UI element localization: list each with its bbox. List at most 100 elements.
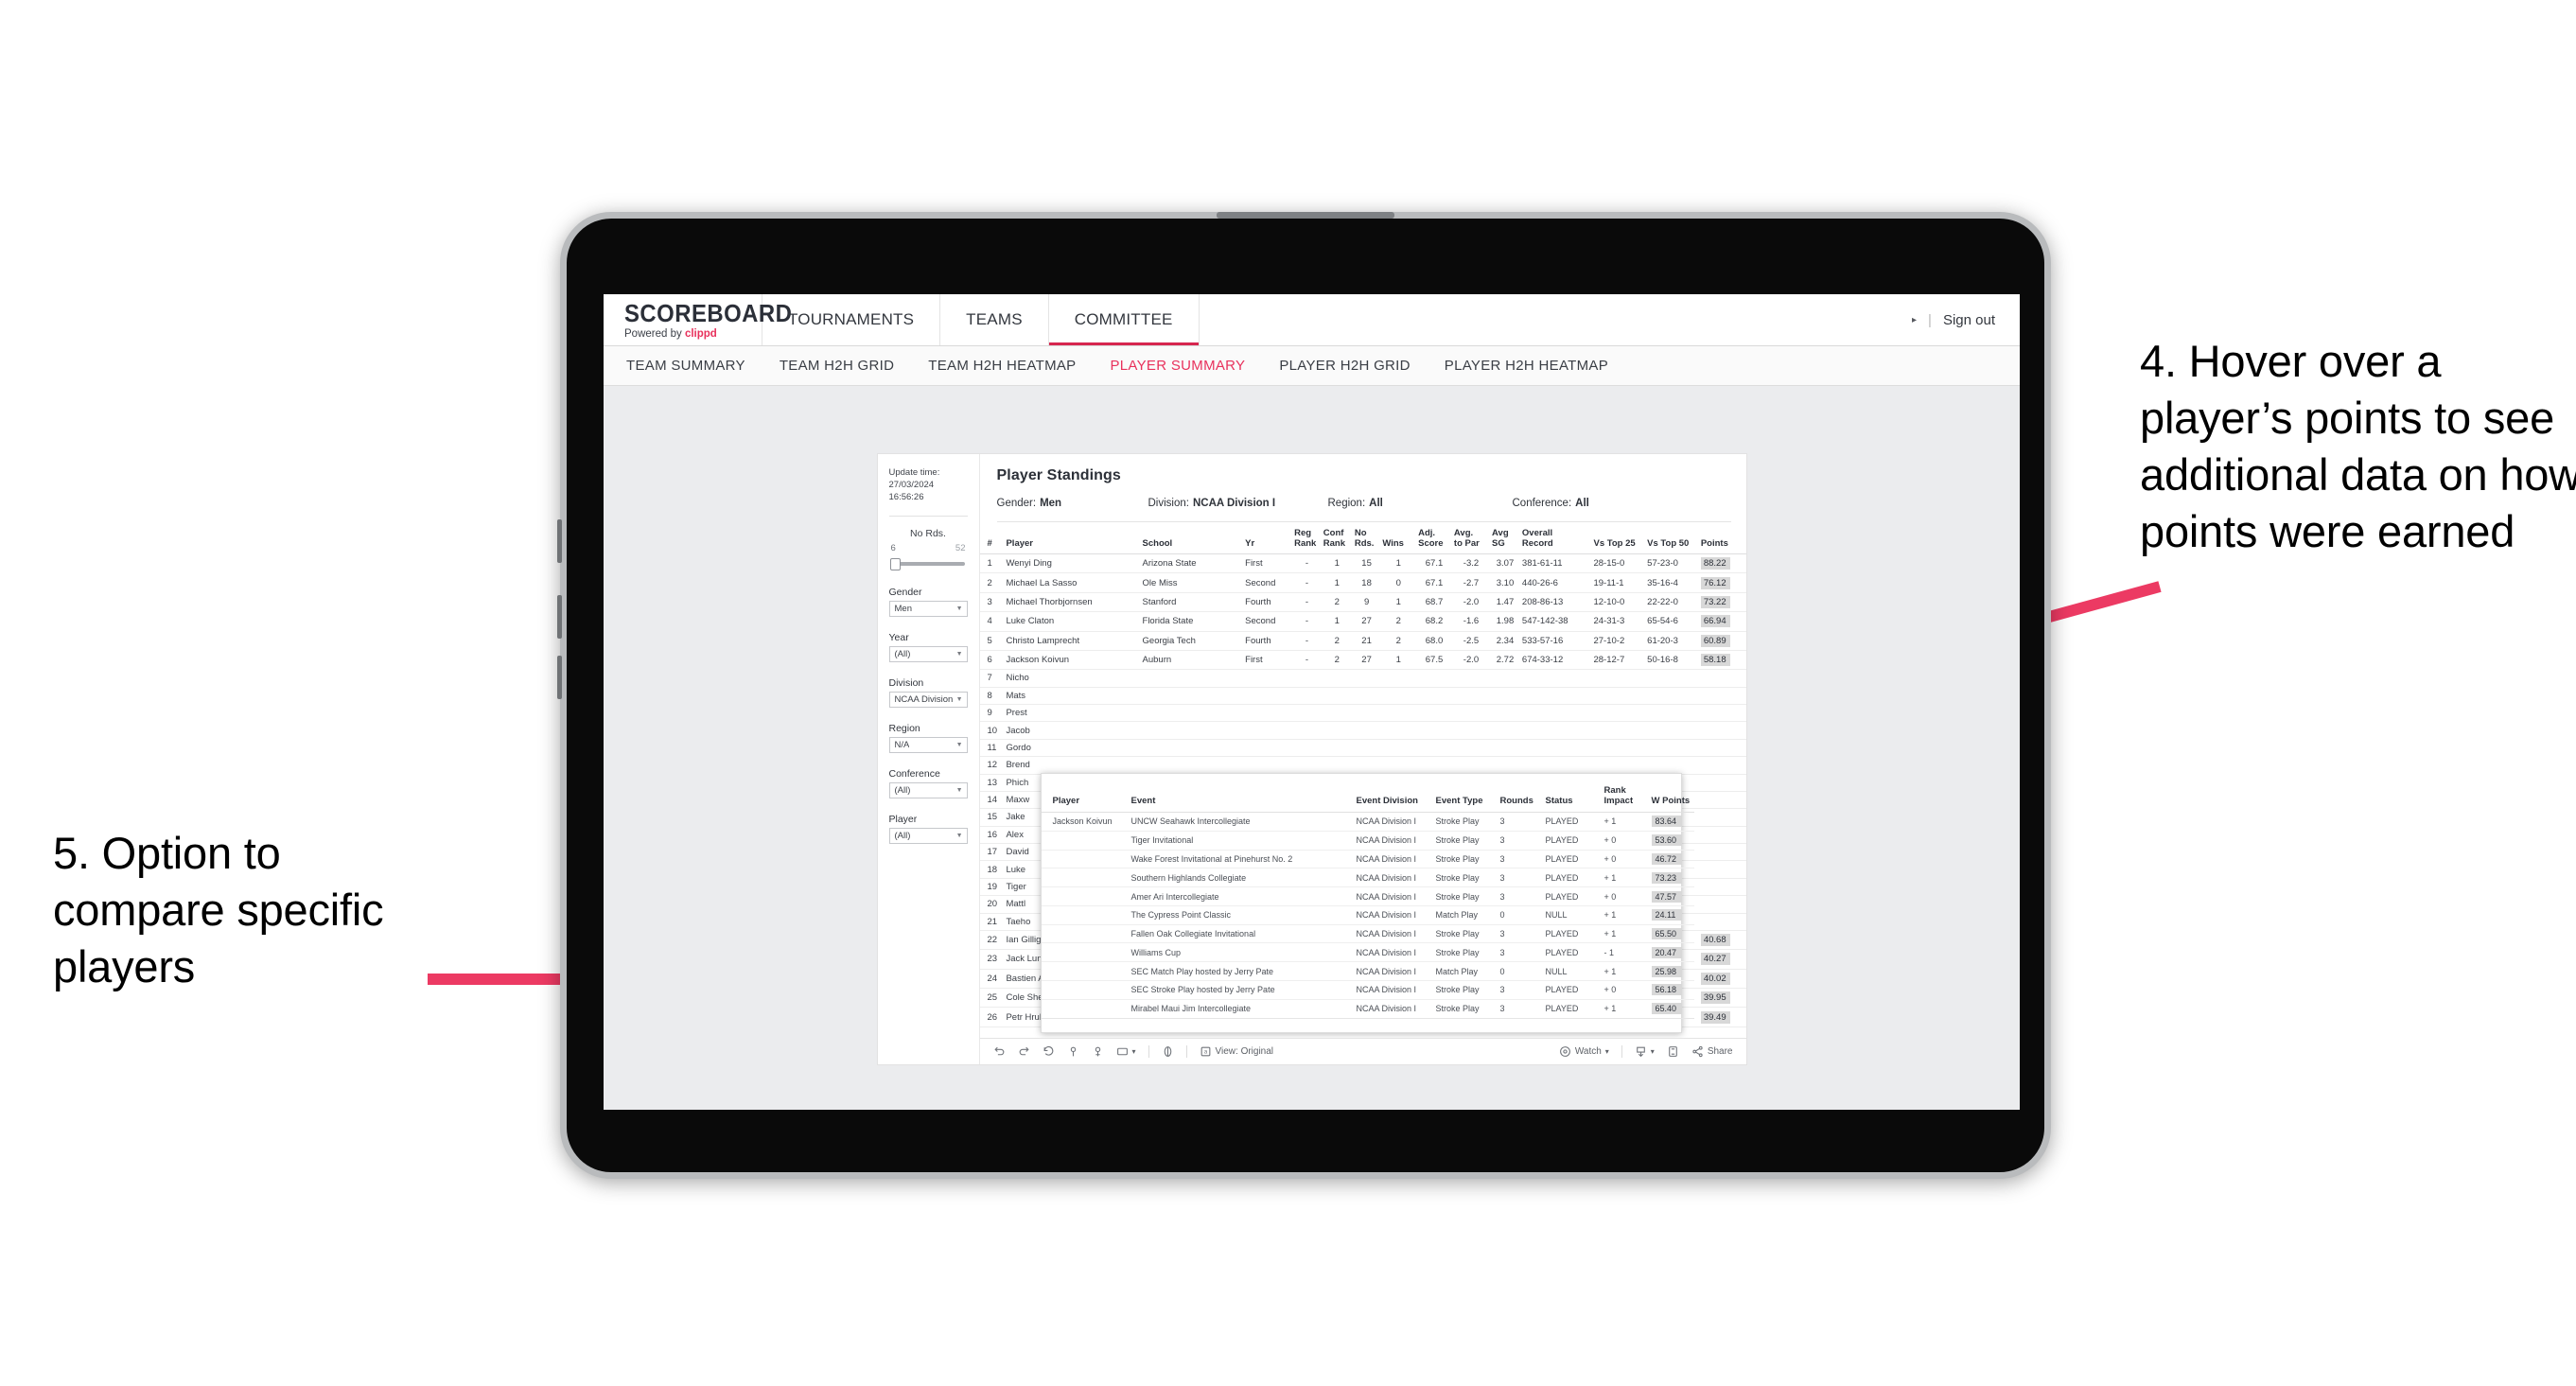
cell-points[interactable] (1698, 721, 1746, 740)
nav-item-teams[interactable]: TEAMS (940, 294, 1049, 345)
cell-points[interactable]: 66.94 (1698, 611, 1746, 632)
cell-points[interactable]: 40.27 (1698, 949, 1746, 970)
cell-points[interactable]: 58.18 (1698, 650, 1746, 671)
cell-points[interactable]: 76.12 (1698, 572, 1746, 593)
tab-player-summary[interactable]: PLAYER SUMMARY (1110, 358, 1245, 374)
cell-points[interactable]: 73.22 (1698, 592, 1746, 613)
cell-points[interactable] (1698, 704, 1746, 723)
col-overall-record[interactable]: Overall Record (1519, 522, 1592, 554)
table-row[interactable]: 8 Mats (979, 687, 1746, 706)
table-row[interactable]: 4 Luke Claton Florida State Second -1 27 2 68.2… (979, 611, 1746, 632)
cell-points[interactable] (1698, 808, 1746, 827)
points-chip[interactable]: 76.12 (1700, 576, 1730, 589)
points-chip[interactable]: 60.89 (1700, 634, 1730, 647)
col-avg-to-par[interactable]: Avg. to Par (1451, 522, 1491, 554)
tooltip-cell-player: Jackson Koivun (1041, 812, 1129, 832)
cell-points[interactable] (1698, 878, 1746, 897)
watch-button[interactable]: Watch ▾ (1559, 1045, 1609, 1058)
tab-player-h2h-grid[interactable]: PLAYER H2H GRID (1279, 358, 1410, 374)
filter-division-select[interactable]: NCAA Division I ▼ (888, 692, 968, 709)
filter-region-select[interactable]: N/A ▼ (888, 737, 968, 754)
cell-points[interactable] (1698, 860, 1746, 879)
points-chip[interactable]: 88.22 (1700, 557, 1730, 570)
table-row[interactable]: 1 Wenyi Ding Arizona State First -1 15 1 67.1 -3… (979, 553, 1746, 574)
table-row[interactable]: 5 Christo Lamprecht Georgia Tech Fourth -2 21… (979, 631, 1746, 651)
nav-item-committee[interactable]: COMMITTEE (1048, 294, 1200, 345)
device-layout-button[interactable]: ▾ (1116, 1045, 1136, 1058)
filter-player-select[interactable]: (All) ▼ (888, 828, 968, 845)
col-wins[interactable]: Wins (1380, 522, 1417, 554)
standings-table-container[interactable]: # Player School Yr Reg Rank Conf Rank No… (979, 522, 1746, 1038)
col-no-rounds[interactable]: No Rds. (1352, 522, 1381, 554)
table-row[interactable]: 7 Nicho (979, 669, 1746, 688)
cell-points[interactable] (1698, 669, 1746, 688)
filter-no-rounds-slider[interactable]: No Rds. 6 52 (889, 528, 968, 570)
cell-points[interactable] (1698, 687, 1746, 706)
pause-auto-update-icon[interactable] (1162, 1045, 1174, 1058)
table-row[interactable]: 3 Michael Thorbjornsen Stanford Fourth -2 9 1 6… (979, 592, 1746, 613)
col-player[interactable]: Player (1004, 522, 1141, 554)
cell-points[interactable] (1698, 739, 1746, 758)
share-button[interactable]: Share (1691, 1045, 1733, 1058)
app-logo[interactable]: SCOREBOARD Powered by clippd (604, 294, 792, 345)
refresh-icon[interactable] (1067, 1045, 1079, 1058)
cell-points[interactable] (1698, 895, 1746, 914)
points-chip[interactable]: 73.22 (1700, 595, 1730, 608)
download-button[interactable]: ▾ (1635, 1045, 1655, 1058)
col-points[interactable]: Points (1698, 522, 1746, 554)
filter-year-select[interactable]: (All) ▼ (888, 646, 968, 663)
slider-track[interactable] (889, 557, 965, 570)
revert-icon[interactable] (1043, 1045, 1055, 1058)
points-chip[interactable]: 40.27 (1700, 953, 1730, 966)
points-chip[interactable]: 39.49 (1700, 1010, 1730, 1024)
col-school[interactable]: School (1140, 522, 1244, 554)
slider-handle[interactable] (889, 557, 901, 570)
user-menu-caret-icon[interactable]: ▸ (1912, 315, 1917, 325)
table-row[interactable]: 11 Gordo (979, 739, 1746, 758)
table-row[interactable]: 6 Jackson Koivun Auburn First -2 27 1 67.5 -2.0 2… (979, 650, 1746, 671)
cell-points[interactable] (1698, 826, 1746, 845)
col-year[interactable]: Yr (1243, 522, 1293, 554)
undo-icon[interactable] (993, 1045, 1006, 1058)
points-chip[interactable]: 66.94 (1700, 615, 1730, 628)
col-vs-top-25[interactable]: Vs Top 25 (1591, 522, 1646, 554)
nav-item-tournaments[interactable]: TOURNAMENTS (762, 294, 941, 345)
cell-points[interactable]: 39.95 (1698, 988, 1746, 1009)
col-conf-rank[interactable]: Conf Rank (1321, 522, 1353, 554)
table-row[interactable]: 9 Prest (979, 704, 1746, 723)
points-chip[interactable]: 39.95 (1700, 991, 1730, 1005)
redo-icon[interactable] (1018, 1045, 1030, 1058)
col-adj-score[interactable]: Adj. Score (1416, 522, 1452, 554)
col-reg-rank[interactable]: Reg Rank (1292, 522, 1322, 554)
cell-points[interactable] (1698, 913, 1746, 931)
tab-team-h2h-grid[interactable]: TEAM H2H GRID (780, 358, 894, 374)
pause-icon[interactable] (1092, 1045, 1104, 1058)
cell-points[interactable]: 60.89 (1698, 631, 1746, 651)
view-original-button[interactable]: a View: Original (1200, 1045, 1273, 1058)
table-row[interactable]: 12 Brend (979, 756, 1746, 775)
cell-points[interactable] (1698, 843, 1746, 862)
cell-points[interactable]: 40.02 (1698, 969, 1746, 990)
col-vs-top-50[interactable]: Vs Top 50 (1645, 522, 1699, 554)
cell-points[interactable] (1698, 756, 1746, 775)
filter-conference-select[interactable]: (All) ▼ (888, 782, 968, 799)
cell-wins (1380, 739, 1417, 758)
tab-player-h2h-heatmap[interactable]: PLAYER H2H HEATMAP (1445, 358, 1608, 374)
table-row[interactable]: 10 Jacob (979, 721, 1746, 740)
table-row[interactable]: 2 Michael La Sasso Ole Miss Second -1 18 0 67.1… (979, 572, 1746, 593)
col-avg-sg[interactable]: Avg SG (1490, 522, 1520, 554)
cell-points[interactable] (1698, 774, 1746, 792)
cell-points[interactable]: 40.68 (1698, 930, 1746, 951)
points-chip[interactable]: 40.02 (1700, 972, 1730, 985)
points-chip[interactable]: 58.18 (1700, 654, 1730, 667)
cell-points[interactable]: 39.49 (1698, 1007, 1746, 1027)
tab-team-h2h-heatmap[interactable]: TEAM H2H HEATMAP (928, 358, 1076, 374)
col-rank[interactable]: # (979, 522, 1005, 554)
points-chip[interactable]: 40.68 (1700, 934, 1730, 947)
fullscreen-icon[interactable] (1667, 1045, 1679, 1058)
filter-gender-select[interactable]: Men ▼ (888, 601, 968, 618)
sign-out-link[interactable]: Sign out (1943, 312, 1995, 328)
tab-team-summary[interactable]: TEAM SUMMARY (626, 358, 745, 374)
cell-points[interactable]: 88.22 (1698, 553, 1746, 574)
cell-points[interactable] (1698, 791, 1746, 810)
